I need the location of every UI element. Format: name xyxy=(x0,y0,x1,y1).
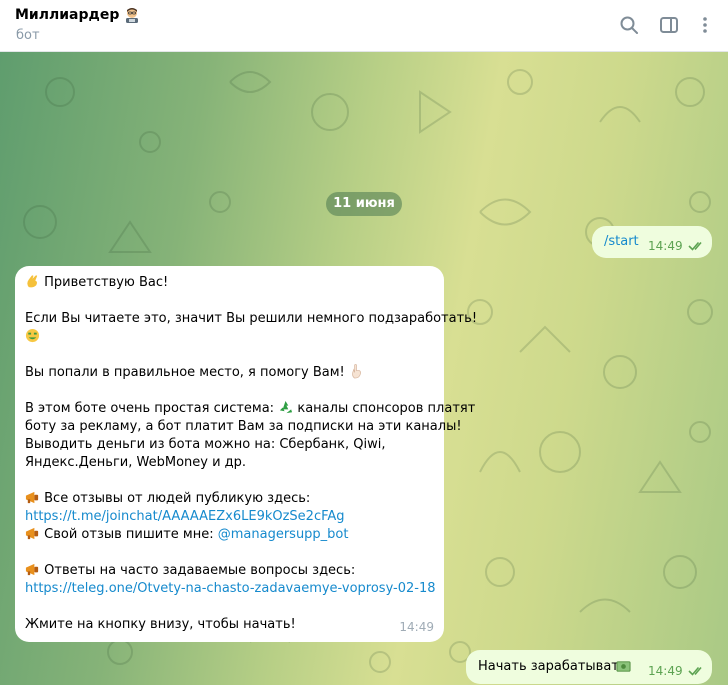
chat-title: Миллиардер xyxy=(15,7,120,23)
message-text: каналы спонсоров платят xyxy=(297,401,476,416)
message-line: Приветствую Вас! xyxy=(25,274,434,292)
greeting-text: Приветствую Вас! xyxy=(44,275,169,290)
chat-title-row[interactable]: Миллиардер xyxy=(15,7,140,23)
double-check-icon xyxy=(688,666,702,676)
message-text[interactable]: /start xyxy=(604,234,639,249)
message-line: Яндекс.Деньги, WebMoney и др. xyxy=(25,455,247,470)
incoming-message[interactable]: Приветствую Вас! Если Вы читаете это, зн… xyxy=(15,266,478,642)
message-line: https://t.me/joinchat/AAAAAEZx6LE9kOzSe2… xyxy=(25,508,434,526)
search-icon[interactable] xyxy=(618,14,640,36)
message-time: 14:49 xyxy=(648,239,683,253)
message-line xyxy=(25,328,434,346)
message-line: Ответы на часто задаваемые вопросы здесь… xyxy=(25,562,434,580)
outgoing-message[interactable]: /start 14:49 xyxy=(592,226,712,258)
message-text: Все отзывы от людей публикую здесь: xyxy=(44,491,311,506)
message-line: Свой отзыв пишите мне: @managersupp_bot xyxy=(25,526,434,544)
message-text: Ответы на часто задаваемые вопросы здесь… xyxy=(44,563,356,578)
megaphone-emoji-icon xyxy=(25,491,39,504)
message-line: Все отзывы от людей публикую здесь: xyxy=(25,490,434,508)
chat-subtitle: бот xyxy=(16,28,40,43)
message-line: Жмите на кнопку внизу, чтобы начать! xyxy=(25,617,296,632)
message-time: 14:49 xyxy=(399,620,434,634)
message-time: 14:49 xyxy=(648,664,683,678)
message-text: В этом боте очень простая система: xyxy=(25,401,275,416)
message-line: Если Вы читаете это, значит Вы решили не… xyxy=(25,311,478,326)
waving-hand-emoji-icon xyxy=(27,275,38,288)
manager-mention-link[interactable]: @managersupp_bot xyxy=(218,527,349,542)
double-check-icon xyxy=(688,241,702,251)
chat-area[interactable]: 11 июня /start 14:49 Приветствую Вас! Ес… xyxy=(0,52,728,685)
money-mouth-emoji-icon xyxy=(25,328,40,343)
date-separator: 11 июня xyxy=(326,192,402,216)
message-line: Выводить деньги из бота можно на: Сберба… xyxy=(25,437,386,452)
reviews-link[interactable]: https://t.me/joinchat/AAAAAEZx6LE9kOzSe2… xyxy=(25,509,345,524)
money-emoji-icon xyxy=(616,661,631,672)
outgoing-message[interactable]: Начать зарабатывать 14:49 xyxy=(466,650,712,684)
megaphone-emoji-icon xyxy=(25,527,39,540)
more-vertical-icon[interactable] xyxy=(694,14,716,36)
message-text: Свой отзыв пишите мне: xyxy=(44,527,214,542)
megaphone-emoji-icon xyxy=(25,563,39,576)
recycle-emoji-icon xyxy=(280,400,293,414)
pointing-hand-emoji-icon xyxy=(352,364,361,379)
message-text: Вы попали в правильное место, я помогу В… xyxy=(25,365,345,380)
message-line: https://teleg.one/Otvety-na-chasto-zadav… xyxy=(25,580,436,598)
chat-header: Миллиардер бот xyxy=(0,0,728,52)
sidebar-toggle-icon[interactable] xyxy=(658,14,680,36)
message-line: Вы попали в правильное место, я помогу В… xyxy=(25,364,434,382)
message-line: боту за рекламу, а бот платит Вам за под… xyxy=(25,419,462,434)
man-technologist-emoji-icon xyxy=(126,8,139,23)
faq-link[interactable]: https://teleg.one/Otvety-na-chasto-zadav… xyxy=(25,581,436,596)
message-line: В этом боте очень простая система: канал… xyxy=(25,400,475,418)
message-text[interactable]: Начать зарабатывать xyxy=(478,659,627,674)
